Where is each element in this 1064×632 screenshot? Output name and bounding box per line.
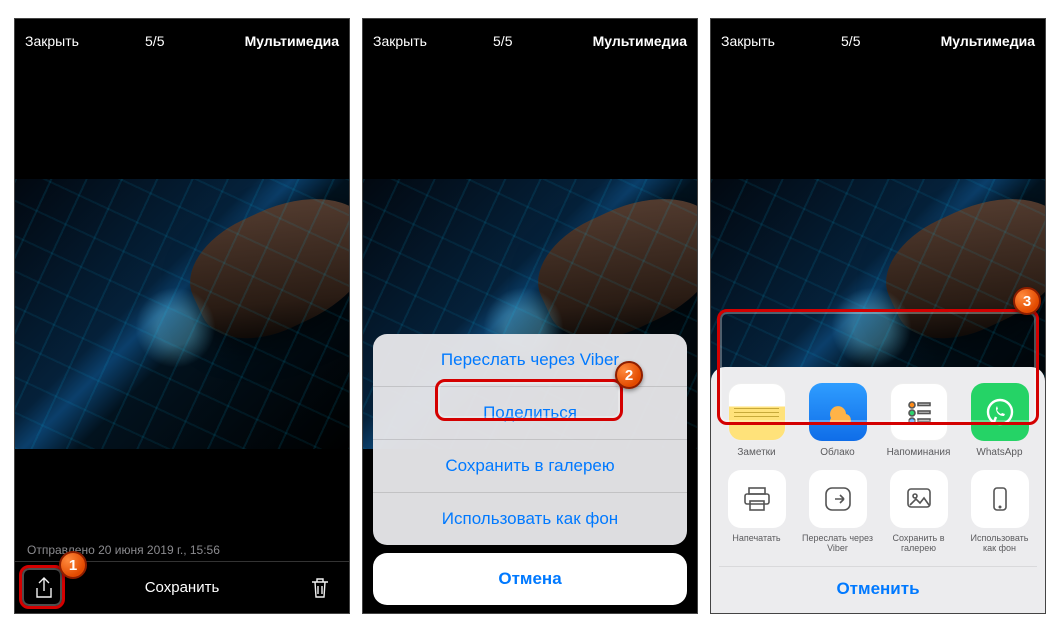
app-label: WhatsApp [976, 447, 1022, 458]
image-content [173, 179, 349, 360]
timestamp: Отправлено 20 июня 2019 г., 15:56 [27, 543, 220, 557]
share-app-whatsapp[interactable]: WhatsApp [964, 383, 1035, 458]
image-content [521, 179, 697, 360]
multimedia-label[interactable]: Мультимедиа [941, 33, 1035, 49]
share-actions-row: Напечатать Переслать через Viber Сохрани… [719, 466, 1037, 562]
counter: 5/5 [413, 33, 593, 49]
share-app-cloud[interactable]: Облако [802, 383, 873, 458]
action-print[interactable]: Напечатать [721, 470, 792, 554]
share-sheet: Заметки Облако Напоминания [711, 367, 1045, 613]
topbar: Закрыть 5/5 Мультимедиа [15, 19, 349, 63]
trash-icon[interactable] [307, 575, 333, 601]
phone-icon [971, 470, 1029, 528]
action-forward-viber[interactable]: Переслать через Viber [802, 470, 873, 554]
screen-1: Закрыть 5/5 Мультимедиа Отправлено 20 ию… [14, 18, 350, 614]
app-label: Облако [820, 447, 855, 458]
whatsapp-icon [971, 383, 1029, 441]
action-wallpaper[interactable]: Использовать как фон [964, 470, 1035, 554]
sheet-share-label: Поделиться [483, 403, 577, 422]
bottombar: Сохранить [15, 561, 349, 613]
app-label: Заметки [737, 447, 775, 458]
reminders-icon [890, 383, 948, 441]
forward-icon [809, 470, 867, 528]
save-button[interactable]: Сохранить [57, 579, 307, 596]
app-label: Напоминания [887, 447, 951, 458]
sheet-cancel[interactable]: Отмена [373, 553, 687, 605]
multimedia-label[interactable]: Мультимедиа [593, 33, 687, 49]
action-label: Использовать как фон [964, 534, 1035, 554]
media-image[interactable] [15, 179, 349, 449]
action-label: Переслать через Viber [802, 534, 873, 554]
multimedia-label[interactable]: Мультимедиа [245, 33, 339, 49]
action-save-gallery[interactable]: Сохранить в галерею [883, 470, 954, 554]
share-apps-row: Заметки Облако Напоминания [719, 379, 1037, 466]
sheet-use-wallpaper[interactable]: Использовать как фон [373, 493, 687, 545]
action-sheet: Переслать через Viber Поделиться Сохрани… [373, 334, 687, 605]
share-cancel[interactable]: Отменить [719, 566, 1037, 603]
action-label: Напечатать [732, 534, 780, 554]
share-app-notes[interactable]: Заметки [721, 383, 792, 458]
image-content [869, 179, 1045, 360]
cloud-icon [809, 383, 867, 441]
screen-3: Закрыть 5/5 Мультимедиа Заметки Облако [710, 18, 1046, 614]
share-icon[interactable] [31, 575, 57, 601]
counter: 5/5 [761, 33, 941, 49]
topbar: Закрыть 5/5 Мультимедиа [363, 19, 697, 63]
action-label: Сохранить в галерею [883, 534, 954, 554]
counter: 5/5 [65, 33, 245, 49]
image-icon [890, 470, 948, 528]
printer-icon [728, 470, 786, 528]
sheet-forward-viber[interactable]: Переслать через Viber [373, 334, 687, 387]
notes-icon [728, 383, 786, 441]
action-sheet-group: Переслать через Viber Поделиться Сохрани… [373, 334, 687, 545]
sheet-save-gallery[interactable]: Сохранить в галерею [373, 440, 687, 493]
screen-2: Закрыть 5/5 Мультимедиа Переслать через … [362, 18, 698, 614]
share-app-reminders[interactable]: Напоминания [883, 383, 954, 458]
sheet-share[interactable]: Поделиться [373, 387, 687, 440]
topbar: Закрыть 5/5 Мультимедиа [711, 19, 1045, 63]
